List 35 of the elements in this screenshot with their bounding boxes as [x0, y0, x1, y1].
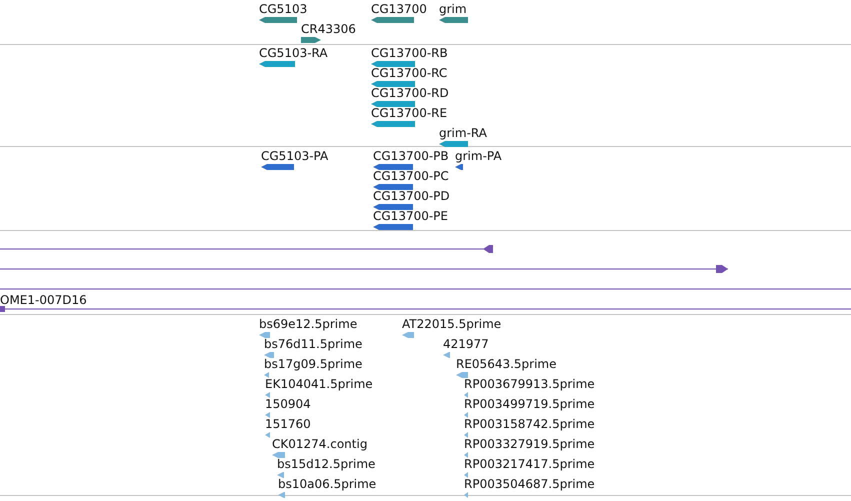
feature-label: RP003217417.5prime: [464, 457, 595, 471]
feature-label: CG13700-PB: [373, 149, 449, 163]
feature-label: RP003158742.5prime: [464, 417, 595, 431]
feature-label: CR43306: [301, 22, 356, 36]
feature-label: bs69e12.5prime: [259, 317, 358, 331]
feature-label: 421977: [443, 337, 489, 351]
feature-label: CG13700: [371, 2, 427, 16]
feature-label: CG13700-RE: [371, 106, 448, 120]
feature-label: grim: [439, 2, 467, 16]
clone-label: OME1-007D16: [0, 293, 87, 307]
feature-label: RE05643.5prime: [456, 357, 556, 371]
feature-label: grim-RA: [439, 126, 487, 140]
feature-label: RP003679913.5prime: [464, 377, 595, 391]
feature-label: CG5103-PA: [261, 149, 328, 163]
feature-label: CG5103-RA: [259, 46, 328, 60]
feature-label: bs15d12.5prime: [277, 457, 376, 471]
feature-label: 150904: [265, 397, 311, 411]
feature-label: CG13700-RC: [371, 66, 448, 80]
feature-label: 151760: [265, 417, 311, 431]
feature-label: CK01274.contig: [272, 437, 368, 451]
feature-label: CG13700-RB: [371, 46, 448, 60]
feature-label: AT22015.5prime: [402, 317, 502, 331]
feature-label: CG13700-RD: [371, 86, 449, 100]
feature-label: CG5103: [259, 2, 308, 16]
feature-label: grim-PA: [455, 149, 502, 163]
feature-label: RP003499719.5prime: [464, 397, 595, 411]
feature-label: CG13700-PD: [373, 189, 450, 203]
feature-label: CG13700-PE: [373, 209, 448, 223]
feature-label: bs76d11.5prime: [264, 337, 362, 351]
feature-label: EK104041.5prime: [265, 377, 373, 391]
feature-label: RP003504687.5prime: [464, 477, 595, 491]
feature-label: RP003327919.5prime: [464, 437, 595, 451]
feature-label: bs10a06.5prime: [278, 477, 376, 491]
feature-label: CG13700-PC: [373, 169, 449, 183]
feature-label: bs17g09.5prime: [264, 357, 362, 371]
